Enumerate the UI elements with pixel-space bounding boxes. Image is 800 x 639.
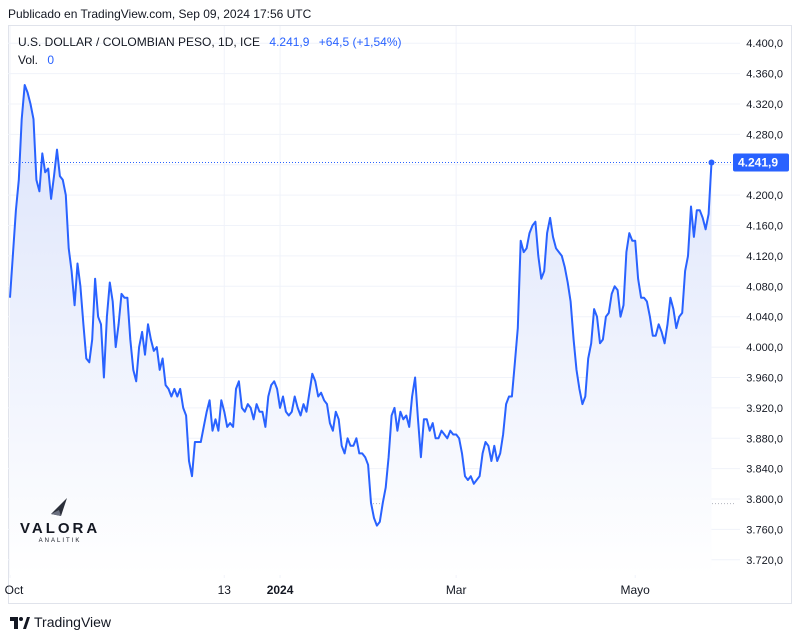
last-price-tag: 4.241,9 <box>733 153 789 172</box>
x-tick-label: Mayo <box>621 583 651 597</box>
valora-watermark: VALORA ANALITIK <box>20 496 100 544</box>
last-price-tag-text: 4.241,9 <box>738 155 778 169</box>
y-tick-label: 4.120,0 <box>746 251 783 263</box>
footer: TradingView <box>10 612 111 632</box>
price-chart[interactable]: 3.720,0 3.760,0 3.800,0 3.840,0 3.880,0 3.920… <box>0 0 800 605</box>
x-tick-label: 2024 <box>267 583 294 597</box>
x-tick-label: Oct <box>5 583 24 597</box>
y-tick-label: 4.360,0 <box>746 69 783 81</box>
svg-text:U.S. DOLLAR / COLOMBIAN PESO,: U.S. DOLLAR / COLOMBIAN PESO, 1D, ICE 4.… <box>18 35 402 49</box>
y-tick-label: 4.160,0 <box>746 221 783 233</box>
tradingview-logo-icon[interactable] <box>10 615 30 629</box>
x-tick-label: 13 <box>218 583 232 597</box>
legend-symbol[interactable]: U.S. DOLLAR / COLOMBIAN PESO, 1D, ICE <box>18 35 260 49</box>
svg-text:Vol. 0: Vol. 0 <box>18 53 54 67</box>
valora-logo-icon <box>51 498 67 516</box>
watermark-subtitle: ANALITIK <box>38 538 82 544</box>
x-tick-label: Mar <box>446 583 467 597</box>
y-tick-label: 4.400,0 <box>746 38 783 50</box>
y-tick-label: 3.920,0 <box>746 403 783 415</box>
price-axis[interactable]: 3.720,0 3.760,0 3.800,0 3.840,0 3.880,0 3.920… <box>746 38 783 567</box>
y-tick-label: 4.040,0 <box>746 312 783 324</box>
y-tick-label: 4.200,0 <box>746 190 783 202</box>
y-tick-label: 3.720,0 <box>746 555 783 567</box>
y-tick-label: 3.960,0 <box>746 372 783 384</box>
y-tick-label: 3.880,0 <box>746 433 783 445</box>
tradingview-brand[interactable]: TradingView <box>34 614 111 630</box>
y-tick-label: 3.800,0 <box>746 494 783 506</box>
last-price-marker <box>708 159 715 166</box>
legend-price: 4.241,9 <box>269 35 309 49</box>
legend-change: +64,5 (+1,54%) <box>319 35 402 49</box>
watermark-title: VALORA <box>20 520 101 537</box>
y-tick-label: 3.760,0 <box>746 524 783 536</box>
time-axis[interactable]: Oct132024MarMayoJulSep <box>5 583 800 597</box>
legend-volume-value: 0 <box>47 53 54 67</box>
legend-volume-label: Vol. <box>18 53 38 67</box>
y-tick-label: 4.000,0 <box>746 342 783 354</box>
legend: U.S. DOLLAR / COLOMBIAN PESO, 1D, ICE 4.… <box>18 35 402 67</box>
y-tick-label: 4.280,0 <box>746 129 783 141</box>
y-tick-label: 3.840,0 <box>746 464 783 476</box>
y-tick-label: 4.080,0 <box>746 281 783 293</box>
y-tick-label: 4.320,0 <box>746 99 783 111</box>
